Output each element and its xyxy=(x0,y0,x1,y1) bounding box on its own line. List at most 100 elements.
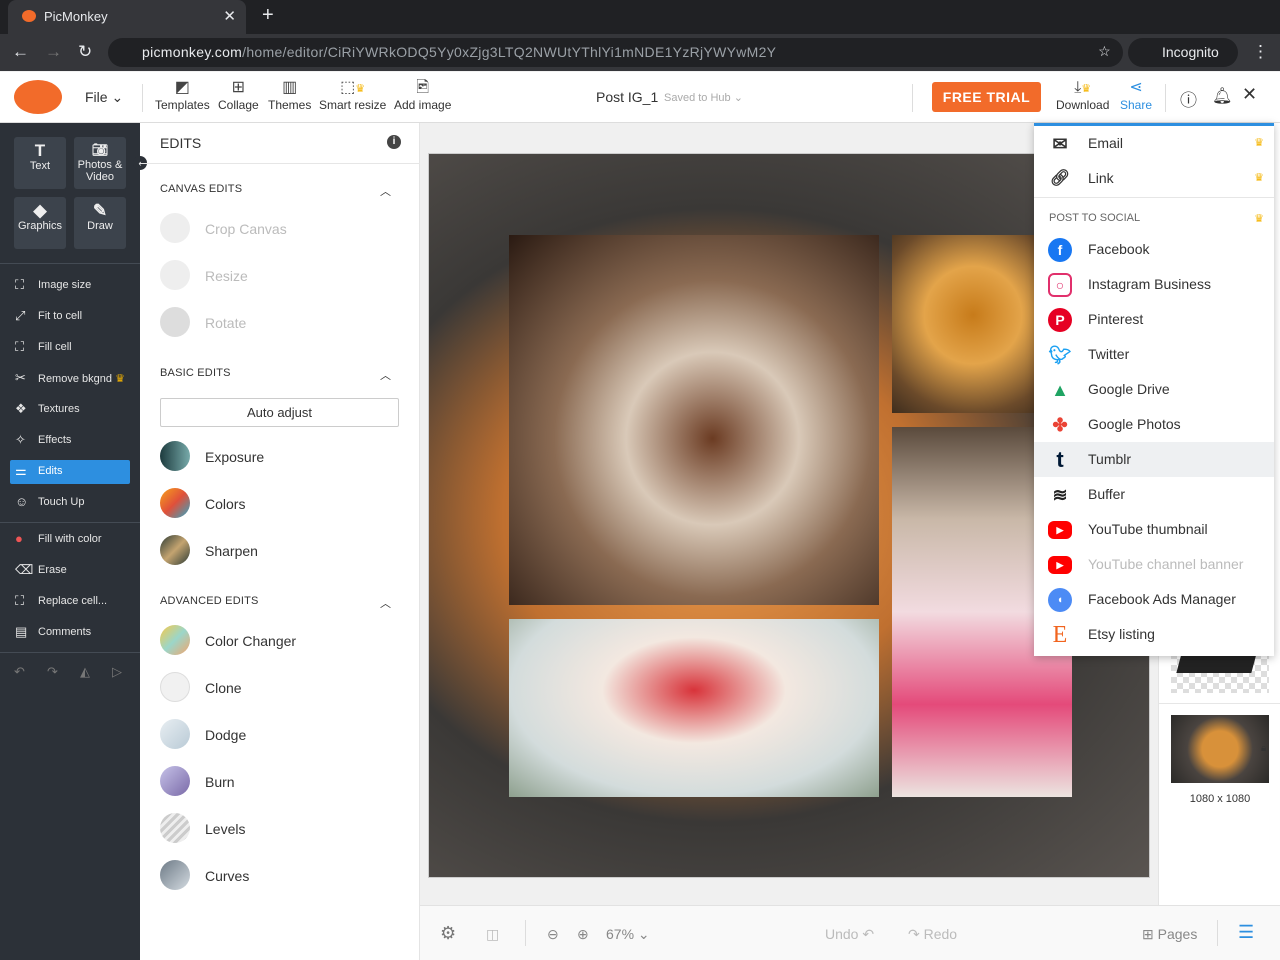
share-google-drive[interactable]: ▲ Google Drive xyxy=(1034,372,1274,407)
layers-icon[interactable]: ☰ xyxy=(1238,922,1254,943)
exposure-item[interactable]: Exposure xyxy=(160,441,264,473)
redo-icon[interactable]: ↷ xyxy=(47,664,58,680)
back-icon[interactable]: ← xyxy=(12,42,29,62)
burn-item[interactable]: Burn xyxy=(160,766,235,798)
themes-button[interactable]: ▥ Themes xyxy=(268,78,311,112)
label: Sharpen xyxy=(205,543,258,559)
share-pinterest[interactable]: P Pinterest xyxy=(1034,302,1274,337)
sidebar-item-fit-to-cell[interactable]: ⤢ Fit to cell xyxy=(10,305,130,329)
sidebar-item-replace-cell[interactable]: ⛶ Replace cell... xyxy=(10,590,130,614)
undo-button[interactable]: Undo ↶ xyxy=(825,926,874,943)
forward-icon[interactable]: → xyxy=(45,42,62,62)
sidebar-item-textures[interactable]: ❖ Textures xyxy=(10,398,130,422)
saved-status[interactable]: Saved to Hub ⌄ xyxy=(664,91,743,104)
compare-icon[interactable]: ◫ xyxy=(486,926,499,943)
sidebar-item-image-size[interactable]: ⛶ Image size xyxy=(10,274,130,298)
sidebar-item-fill-cell[interactable]: ⛶ Fill cell xyxy=(10,336,130,360)
label: Fill cell xyxy=(38,341,72,353)
zoom-in-icon[interactable]: ⊕ xyxy=(577,926,589,943)
rotate-item[interactable]: Rotate xyxy=(160,307,246,339)
page-thumbnail[interactable] xyxy=(1171,715,1269,783)
crop-canvas-item[interactable]: Crop Canvas xyxy=(160,213,287,245)
share-tumblr[interactable]: t Tumblr xyxy=(1034,442,1274,477)
picmonkey-logo[interactable] xyxy=(14,80,62,114)
sharpen-item[interactable]: Sharpen xyxy=(160,535,258,567)
dodge-item[interactable]: Dodge xyxy=(160,719,246,751)
free-trial-button[interactable]: FREE TRIAL xyxy=(932,82,1041,112)
undo-icon[interactable]: ↶ xyxy=(14,664,25,680)
chevron-up-icon[interactable]: ︿ xyxy=(380,367,391,383)
auto-adjust-button[interactable]: Auto adjust xyxy=(160,398,399,427)
sidebar-item-effects[interactable]: ✧ Effects xyxy=(10,429,130,453)
sidebar-item-edits[interactable]: ⚌ Edits xyxy=(10,460,130,484)
sidebar-item-comments[interactable]: ▤ Comments xyxy=(10,621,130,645)
photos-video-button[interactable]: 📷︎ Photos & Video xyxy=(74,137,126,189)
label: Share xyxy=(1120,98,1153,112)
graphics-button[interactable]: ◆ Graphics xyxy=(14,197,66,249)
bookmark-star-icon[interactable]: ☆ xyxy=(1098,43,1111,60)
canvas-edits-header[interactable]: CANVAS EDITS xyxy=(160,183,242,195)
share-email[interactable]: ✉ Email ♛ xyxy=(1034,126,1274,161)
resize-item[interactable]: Resize xyxy=(160,260,248,292)
levels-item[interactable]: Levels xyxy=(160,813,245,845)
photo-strawberry-pavlova[interactable] xyxy=(509,619,879,797)
file-menu[interactable]: File ⌄ xyxy=(85,89,123,106)
clone-item[interactable]: Clone xyxy=(160,672,242,704)
sidebar-item-remove-bkgnd[interactable]: ✂ Remove bkgnd ♛ xyxy=(10,367,130,391)
share-youtube-thumbnail[interactable]: ▶ YouTube thumbnail xyxy=(1034,512,1274,547)
close-tab-icon[interactable]: ✕ xyxy=(223,7,236,25)
draw-button[interactable]: ✎ Draw xyxy=(74,197,126,249)
share-twitter[interactable]: 🐦︎ Twitter xyxy=(1034,337,1274,372)
label: Link xyxy=(1088,170,1114,186)
sidebar-item-touch-up[interactable]: ☺ Touch Up xyxy=(10,491,130,515)
incognito-badge[interactable]: Incognito xyxy=(1128,38,1238,67)
reload-icon[interactable]: ↻ xyxy=(78,42,92,62)
smart-resize-button[interactable]: ⬚♛ Smart resize xyxy=(319,78,386,112)
document-title[interactable]: Post IG_1 xyxy=(596,89,658,105)
settings-gear-icon[interactable]: ⚙ xyxy=(440,923,456,944)
redo-button[interactable]: ↷ Redo xyxy=(908,926,957,943)
sidebar-item-erase[interactable]: ⌫ Erase xyxy=(10,559,130,583)
zoom-level-select[interactable]: 67% ⌄ xyxy=(606,926,650,943)
basic-edits-header[interactable]: BASIC EDITS xyxy=(160,367,231,379)
info-icon[interactable]: i xyxy=(387,135,401,149)
sidebar-item-fill-with-color[interactable]: ● Fill with color xyxy=(10,528,130,552)
templates-button[interactable]: ◩ Templates xyxy=(155,78,210,112)
share-facebook-ads-manager[interactable]: ◖ Facebook Ads Manager xyxy=(1034,582,1274,617)
chevron-up-icon[interactable]: ︿ xyxy=(380,595,391,611)
add-image-button[interactable]: 🖻 Add image xyxy=(394,78,451,112)
resize-thumb xyxy=(160,260,190,290)
share-facebook[interactable]: f Facebook xyxy=(1034,232,1274,267)
browser-tab[interactable]: PicMonkey ✕ xyxy=(8,0,246,34)
collage-button[interactable]: ⊞ Collage xyxy=(218,78,259,112)
share-youtube-channel-banner[interactable]: ▶ YouTube channel banner xyxy=(1034,547,1274,582)
crop-thumb xyxy=(160,213,190,243)
new-tab-button[interactable]: + xyxy=(262,4,274,27)
rotate-icon[interactable]: ▷ xyxy=(112,664,122,680)
browser-menu-icon[interactable]: ⋮ xyxy=(1252,42,1269,62)
close-editor-icon[interactable]: ✕ xyxy=(1242,84,1257,105)
panel-title: EDITS xyxy=(160,135,202,151)
share-etsy-listing[interactable]: E Etsy listing xyxy=(1034,617,1274,652)
collage-icon: ⊞ xyxy=(231,79,246,96)
photo-chocolate-cake[interactable] xyxy=(509,235,879,605)
label: Instagram Business xyxy=(1088,276,1211,292)
curves-item[interactable]: Curves xyxy=(160,860,249,892)
color-changer-item[interactable]: Color Changer xyxy=(160,625,296,657)
share-button[interactable]: ⋖ Share xyxy=(1120,78,1152,112)
colors-item[interactable]: Colors xyxy=(160,488,245,520)
pages-button[interactable]: ⊞ Pages xyxy=(1142,926,1197,943)
share-instagram-business[interactable]: ○ Instagram Business xyxy=(1034,267,1274,302)
bell-icon[interactable]: 🔔︎ xyxy=(1212,86,1232,106)
help-icon[interactable]: ⓘ xyxy=(1180,86,1197,111)
text-tool-button[interactable]: T Text xyxy=(14,137,66,189)
download-button[interactable]: ⤓♛ Download xyxy=(1056,78,1109,112)
advanced-edits-header[interactable]: ADVANCED EDITS xyxy=(160,595,259,607)
zoom-out-icon[interactable]: ⊖ xyxy=(547,926,559,943)
share-buffer[interactable]: ≋ Buffer xyxy=(1034,477,1274,512)
chevron-up-icon[interactable]: ︿ xyxy=(380,183,391,199)
url-field[interactable]: picmonkey.com/home/editor/CiRiYWRkODQ5Yy… xyxy=(108,38,1123,67)
share-google-photos[interactable]: ✤ Google Photos xyxy=(1034,407,1274,442)
share-link[interactable]: 🔗︎ Link ♛ xyxy=(1034,161,1274,196)
flip-icon[interactable]: ◭ xyxy=(80,664,90,680)
